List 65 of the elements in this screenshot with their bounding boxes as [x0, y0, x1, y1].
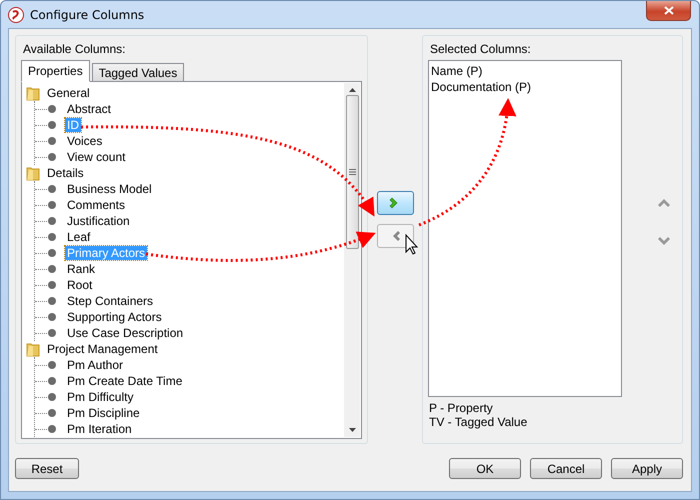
tree-item[interactable]: Pm Author	[65, 358, 126, 372]
legend-text: P - Property	[428, 401, 494, 415]
list-item[interactable]: Documentation (P)	[430, 79, 619, 95]
bullet-icon	[47, 232, 57, 242]
tree-item[interactable]: Use Case Description	[65, 326, 186, 340]
bullet-icon	[47, 312, 57, 322]
bullet-icon	[47, 328, 57, 338]
tree-item[interactable]: Pm Create Date Time	[65, 374, 184, 388]
dialog-button[interactable]: Apply	[611, 458, 683, 479]
bullet-icon	[47, 296, 57, 306]
folder-icon	[26, 86, 41, 100]
scroll-down-icon	[348, 428, 356, 432]
tree-item[interactable]: View count	[65, 150, 128, 164]
bullet-icon	[47, 184, 57, 194]
legend-text: TV - Tagged Value	[428, 415, 528, 429]
bullet-icon	[47, 136, 57, 146]
bullet-icon	[47, 248, 57, 258]
bullet-icon	[47, 376, 57, 386]
dialog-button[interactable]: Reset	[15, 458, 79, 479]
bullet-icon	[47, 152, 57, 162]
bullet-icon	[47, 120, 57, 130]
tree-item[interactable]: Supporting Actors	[65, 310, 164, 324]
tree-item[interactable]: Voices	[65, 134, 104, 148]
bullet-icon	[47, 280, 57, 290]
bullet-icon	[47, 392, 57, 402]
tree-item[interactable]: Pm Difficulty	[65, 390, 136, 404]
tree-group-label[interactable]: Details	[45, 166, 86, 180]
tree-item[interactable]: Pm Iteration	[65, 422, 134, 436]
grip-icon	[348, 169, 356, 175]
tree-item[interactable]: Abstract	[65, 102, 114, 116]
tab[interactable]: Tagged Values	[92, 63, 184, 82]
window-title: Configure Columns	[30, 8, 144, 22]
tree-item[interactable]: Business Model	[65, 182, 154, 196]
tree-item[interactable]: Step Containers	[65, 294, 156, 308]
cursor-icon	[406, 234, 418, 255]
tree-item[interactable]: Leaf	[65, 230, 92, 244]
bullet-icon	[47, 216, 57, 226]
bullet-icon	[47, 264, 57, 274]
bullet-icon	[47, 424, 57, 434]
group-label: Selected Columns:	[430, 42, 532, 56]
tree-item[interactable]: Root	[65, 278, 94, 292]
tree-group-label[interactable]: General	[45, 86, 92, 100]
app-logo-icon	[8, 6, 24, 22]
bullet-icon	[47, 408, 57, 418]
dialog-button[interactable]: OK	[449, 458, 521, 479]
close-button[interactable]	[646, 1, 691, 21]
dialog-button[interactable]: Cancel	[530, 458, 602, 479]
bullet-icon	[47, 200, 57, 210]
tree-item[interactable]: Pm Discipline	[65, 406, 142, 420]
close-icon	[664, 6, 674, 15]
bullet-icon	[47, 360, 57, 370]
tab[interactable]: Properties	[21, 60, 90, 82]
tree-item[interactable]: Justification	[65, 214, 132, 228]
tree-item[interactable]: Comments	[65, 198, 128, 212]
group-label: Available Columns:	[23, 42, 126, 56]
list-item[interactable]: Name (P)	[430, 63, 619, 79]
folder-icon	[26, 342, 41, 356]
scroll-thumb[interactable]	[346, 95, 359, 249]
tree-item[interactable]: Rank	[65, 262, 98, 276]
scroll-up-icon	[348, 88, 356, 92]
scrollbar[interactable]	[344, 83, 360, 437]
tree-group-label[interactable]: Project Management	[45, 342, 160, 356]
add-button[interactable]	[376, 191, 414, 215]
bullet-icon	[47, 104, 57, 114]
folder-icon	[26, 166, 41, 180]
